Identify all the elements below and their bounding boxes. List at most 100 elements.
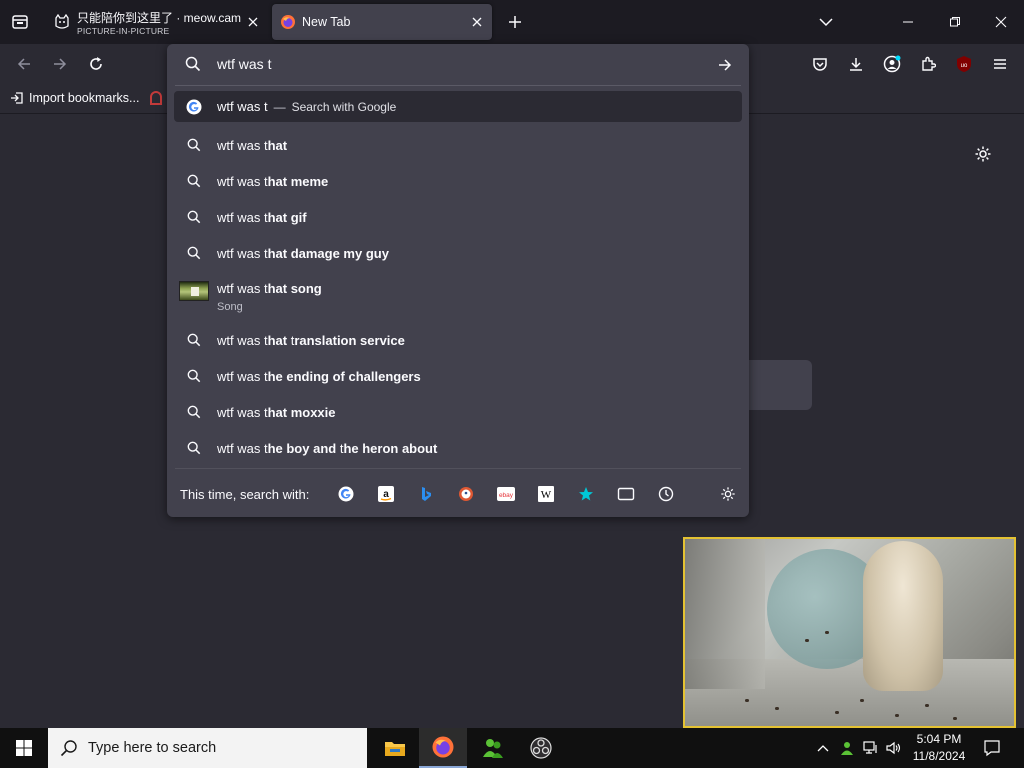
suggestion-text: wtf was the boy and the heron about <box>217 440 438 456</box>
obs-taskbar-button[interactable] <box>517 728 565 768</box>
close-window-button[interactable] <box>978 0 1024 44</box>
firefox-view-icon <box>12 15 28 29</box>
bing-icon[interactable] <box>416 484 436 504</box>
suggestion-row[interactable]: wtf was that translation service <box>174 322 742 358</box>
cat-icon <box>54 13 70 30</box>
urlbar-results: wtf was t — Search with Google wtf was tha… <box>167 91 749 466</box>
taskbar-search-box[interactable]: Type here to search <box>48 728 367 768</box>
urlbar-input[interactable] <box>217 56 697 72</box>
suggestion-text: wtf was that meme <box>217 173 329 189</box>
wikipedia-icon[interactable]: W <box>536 484 556 504</box>
restore-button[interactable] <box>932 0 978 44</box>
people-icon <box>483 739 503 758</box>
video-kibble <box>895 714 899 717</box>
suggestion-row[interactable]: wtf was the ending of challengers <box>174 358 742 394</box>
messenger-taskbar-button[interactable] <box>469 728 517 768</box>
search-icon <box>186 404 202 420</box>
minimize-icon <box>903 21 913 23</box>
import-bookmarks-button[interactable]: Import bookmarks... <box>10 91 163 105</box>
video-door <box>685 539 765 689</box>
restore-icon <box>950 17 960 27</box>
history-icon[interactable] <box>656 484 676 504</box>
suggestion-row[interactable]: wtf was the boy and the heron about <box>174 430 742 466</box>
video-kibble <box>835 711 839 714</box>
reload-button[interactable] <box>82 50 110 78</box>
app-menu-button[interactable] <box>988 52 1012 76</box>
list-all-tabs-button[interactable] <box>812 8 840 36</box>
network-icon[interactable] <box>862 738 880 758</box>
tab-title: 只能陪你到这里了 · meow.cam <box>77 11 242 25</box>
close-icon[interactable] <box>244 13 262 31</box>
result-text: wtf was t — Search with Google <box>217 99 397 114</box>
search-icon <box>186 368 202 384</box>
suggestion-text: wtf was that <box>217 137 288 153</box>
suggestion-row[interactable]: wtf was that meme <box>174 163 742 199</box>
firefox-icon <box>280 14 296 30</box>
forward-button[interactable] <box>46 50 74 78</box>
show-hidden-icons-button[interactable] <box>814 738 832 758</box>
video-kibble <box>925 704 929 707</box>
suggestion-text: wtf was that moxxie <box>217 404 336 420</box>
urlbar[interactable] <box>167 44 749 84</box>
suggestion-text: wtf was that gif <box>217 209 307 225</box>
search-icon <box>186 440 202 456</box>
result-search-with-google[interactable]: wtf was t — Search with Google <box>174 91 742 122</box>
arrow-right-icon <box>54 58 67 70</box>
tabs-icon[interactable] <box>616 484 636 504</box>
taskbar-clock[interactable]: 5:04 PM 11/8/2024 <box>905 731 973 765</box>
duckduckgo-icon[interactable] <box>456 484 476 504</box>
customize-new-tab-button[interactable] <box>972 143 994 165</box>
suggestion-row[interactable]: wtf was that gif <box>174 199 742 235</box>
tab-new-tab[interactable]: New Tab <box>272 4 492 40</box>
page-search-box[interactable] <box>740 360 812 410</box>
new-tab-button[interactable] <box>502 8 528 36</box>
firefox-view-button[interactable] <box>4 6 36 38</box>
suggestion-row[interactable]: wtf was that damage my guy <box>174 235 742 271</box>
firefox-taskbar-button[interactable] <box>419 728 467 768</box>
close-icon[interactable] <box>468 13 486 31</box>
suggestion-row-rich[interactable]: wtf was that song Song <box>174 271 742 322</box>
chevron-up-icon <box>817 745 829 752</box>
video-kibble <box>825 631 829 634</box>
go-button[interactable] <box>715 55 735 75</box>
suggestion-row[interactable]: wtf was that moxxie <box>174 394 742 430</box>
tab-meow-cam[interactable]: 只能陪你到这里了 · meow.cam PICTURE-IN-PICTURE <box>46 4 268 40</box>
bookmarks-star-icon[interactable] <box>576 484 596 504</box>
volume-icon[interactable] <box>885 738 903 758</box>
download-icon <box>850 58 862 71</box>
close-icon <box>995 16 1007 28</box>
pocket-icon <box>813 58 827 71</box>
import-bookmarks-label: Import bookmarks... <box>29 91 140 105</box>
downloads-button[interactable] <box>844 52 868 76</box>
action-center-button[interactable] <box>981 738 1003 758</box>
picture-in-picture-video[interactable] <box>683 537 1016 728</box>
suggestion-text: wtf was that translation service <box>217 332 405 348</box>
divider <box>175 468 741 469</box>
pocket-bookmark-icon[interactable] <box>150 91 163 105</box>
start-button[interactable] <box>0 728 48 768</box>
suggestion-row[interactable]: wtf was that <box>174 127 742 163</box>
svg-text:ebay: ebay <box>499 492 514 499</box>
google-icon[interactable] <box>336 484 356 504</box>
suggestion-text: wtf was that song <box>217 281 322 296</box>
gear-icon <box>975 146 991 162</box>
minimize-button[interactable] <box>885 0 931 44</box>
account-button[interactable] <box>880 52 904 76</box>
amazon-icon[interactable]: a <box>376 484 396 504</box>
search-icon <box>186 332 202 348</box>
search-settings-icon[interactable] <box>718 484 738 504</box>
song-thumbnail <box>179 281 209 301</box>
hamburger-menu-icon <box>994 59 1006 69</box>
ublock-button[interactable]: uo <box>952 52 976 76</box>
search-icon <box>186 209 202 225</box>
obs-icon <box>530 737 552 759</box>
video-kibble <box>775 707 779 710</box>
search-icon <box>186 173 202 189</box>
ebay-icon[interactable]: ebay <box>496 484 516 504</box>
taskbar-search-placeholder: Type here to search <box>88 740 217 756</box>
tray-people-icon[interactable] <box>838 738 856 758</box>
file-explorer-button[interactable] <box>371 728 419 768</box>
extensions-button[interactable] <box>916 52 940 76</box>
back-button[interactable] <box>10 50 38 78</box>
pocket-button[interactable] <box>808 52 832 76</box>
